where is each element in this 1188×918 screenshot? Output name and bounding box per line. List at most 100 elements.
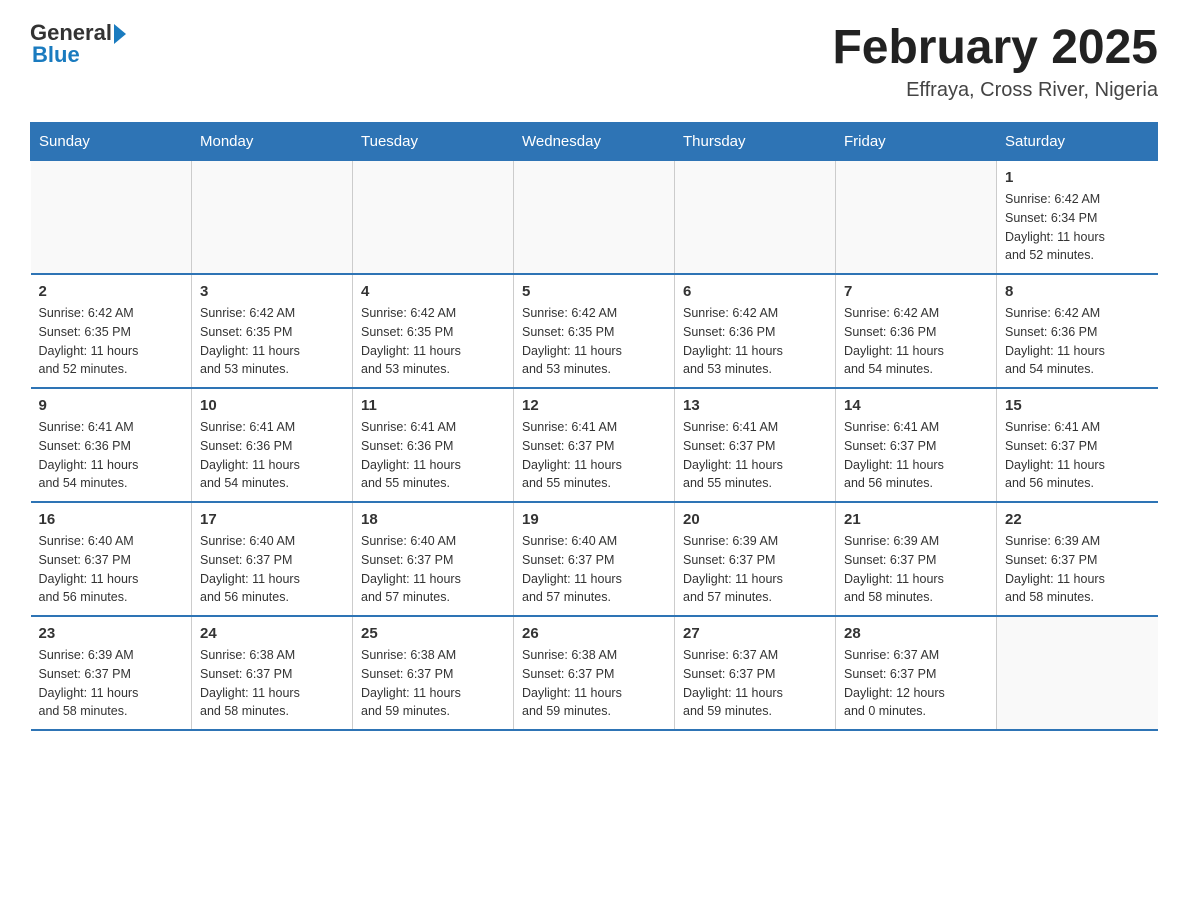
day-number: 28 [844, 625, 988, 642]
day-info: Sunrise: 6:37 AM Sunset: 6:37 PM Dayligh… [844, 646, 988, 721]
day-number: 7 [844, 283, 988, 300]
day-number: 12 [522, 397, 666, 414]
day-info: Sunrise: 6:42 AM Sunset: 6:35 PM Dayligh… [522, 304, 666, 379]
weekday-header: Monday [192, 123, 353, 161]
calendar-cell: 12Sunrise: 6:41 AM Sunset: 6:37 PM Dayli… [514, 388, 675, 502]
day-info: Sunrise: 6:42 AM Sunset: 6:35 PM Dayligh… [39, 304, 184, 379]
weekday-header: Saturday [997, 123, 1158, 161]
day-info: Sunrise: 6:40 AM Sunset: 6:37 PM Dayligh… [361, 532, 505, 607]
calendar-cell [675, 161, 836, 275]
day-info: Sunrise: 6:42 AM Sunset: 6:34 PM Dayligh… [1005, 190, 1150, 265]
calendar-cell: 24 Sunrise: 6:38 AM Sunset: 6:37 PM Dayli… [192, 616, 353, 730]
day-info: Sunrise: 6:41 AM Sunset: 6:36 PM Dayligh… [39, 418, 184, 493]
calendar-cell [192, 161, 353, 275]
calendar-cell [997, 616, 1158, 730]
day-number: 8 [1005, 283, 1150, 300]
day-number: 20 [683, 511, 827, 528]
day-info: Sunrise: 6:41 AM Sunset: 6:36 PM Dayligh… [200, 418, 344, 493]
calendar-cell: 3 Sunrise: 6:42 AM Sunset: 6:35 PM Daylig… [192, 274, 353, 388]
day-info: Sunrise: 6:42 AM Sunset: 6:36 PM Dayligh… [683, 304, 827, 379]
day-info: Sunrise: 6:41 AM Sunset: 6:37 PM Dayligh… [683, 418, 827, 493]
calendar-cell: 4 Sunrise: 6:42 AM Sunset: 6:35 PM Daylig… [353, 274, 514, 388]
weekday-header-row: SundayMondayTuesdayWednesdayThursdayFrid… [31, 123, 1158, 161]
calendar-cell: 2 Sunrise: 6:42 AM Sunset: 6:35 PM Daylig… [31, 274, 192, 388]
calendar-week-row: 9 Sunrise: 6:41 AM Sunset: 6:36 PM Daylig… [31, 388, 1158, 502]
calendar-subtitle: Effraya, Cross River, Nigeria [832, 79, 1158, 102]
calendar-cell: 17 Sunrise: 6:40 AM Sunset: 6:37 PM Dayli… [192, 502, 353, 616]
day-number: 9 [39, 397, 184, 414]
day-number: 26 [522, 625, 666, 642]
day-info: Sunrise: 6:40 AM Sunset: 6:37 PM Dayligh… [522, 532, 666, 607]
day-number: 19 [522, 511, 666, 528]
calendar-cell: 28 Sunrise: 6:37 AM Sunset: 6:37 PM Dayli… [836, 616, 997, 730]
weekday-header: Friday [836, 123, 997, 161]
logo-arrow-icon [114, 24, 126, 44]
day-info: Sunrise: 6:38 AM Sunset: 6:37 PM Dayligh… [200, 646, 344, 721]
day-info: Sunrise: 6:40 AM Sunset: 6:37 PM Dayligh… [39, 532, 184, 607]
calendar-week-row: 1 Sunrise: 6:42 AM Sunset: 6:34 PM Daylig… [31, 161, 1158, 275]
weekday-header: Sunday [31, 123, 192, 161]
calendar-cell: 26 Sunrise: 6:38 AM Sunset: 6:37 PM Dayli… [514, 616, 675, 730]
calendar-cell: 14Sunrise: 6:41 AM Sunset: 6:37 PM Dayli… [836, 388, 997, 502]
day-number: 11 [361, 397, 505, 414]
calendar-cell: 22Sunrise: 6:39 AM Sunset: 6:37 PM Dayli… [997, 502, 1158, 616]
day-number: 13 [683, 397, 827, 414]
day-number: 4 [361, 283, 505, 300]
weekday-header: Thursday [675, 123, 836, 161]
day-info: Sunrise: 6:38 AM Sunset: 6:37 PM Dayligh… [522, 646, 666, 721]
day-number: 10 [200, 397, 344, 414]
calendar-cell: 9 Sunrise: 6:41 AM Sunset: 6:36 PM Daylig… [31, 388, 192, 502]
day-info: Sunrise: 6:42 AM Sunset: 6:35 PM Dayligh… [361, 304, 505, 379]
calendar-week-row: 23 Sunrise: 6:39 AM Sunset: 6:37 PM Dayli… [31, 616, 1158, 730]
calendar-cell: 10 Sunrise: 6:41 AM Sunset: 6:36 PM Dayli… [192, 388, 353, 502]
day-info: Sunrise: 6:40 AM Sunset: 6:37 PM Dayligh… [200, 532, 344, 607]
day-info: Sunrise: 6:42 AM Sunset: 6:35 PM Dayligh… [200, 304, 344, 379]
calendar-cell: 15 Sunrise: 6:41 AM Sunset: 6:37 PM Dayli… [997, 388, 1158, 502]
calendar-cell [836, 161, 997, 275]
day-number: 2 [39, 283, 184, 300]
page-header: General Blue February 2025 Effraya, Cros… [30, 20, 1158, 102]
calendar-cell: 11 Sunrise: 6:41 AM Sunset: 6:36 PM Dayli… [353, 388, 514, 502]
day-info: Sunrise: 6:39 AM Sunset: 6:37 PM Dayligh… [683, 532, 827, 607]
calendar-cell: 8 Sunrise: 6:42 AM Sunset: 6:36 PM Daylig… [997, 274, 1158, 388]
calendar-table: SundayMondayTuesdayWednesdayThursdayFrid… [30, 122, 1158, 731]
weekday-header: Tuesday [353, 123, 514, 161]
day-number: 1 [1005, 169, 1150, 186]
calendar-title: February 2025 [832, 20, 1158, 75]
day-info: Sunrise: 6:41 AM Sunset: 6:37 PM Dayligh… [1005, 418, 1150, 493]
day-number: 17 [200, 511, 344, 528]
calendar-week-row: 2 Sunrise: 6:42 AM Sunset: 6:35 PM Daylig… [31, 274, 1158, 388]
logo: General Blue [30, 20, 126, 68]
day-number: 21 [844, 511, 988, 528]
day-info: Sunrise: 6:42 AM Sunset: 6:36 PM Dayligh… [844, 304, 988, 379]
day-info: Sunrise: 6:39 AM Sunset: 6:37 PM Dayligh… [1005, 532, 1150, 607]
day-info: Sunrise: 6:42 AM Sunset: 6:36 PM Dayligh… [1005, 304, 1150, 379]
calendar-cell: 7 Sunrise: 6:42 AM Sunset: 6:36 PM Daylig… [836, 274, 997, 388]
calendar-cell: 16 Sunrise: 6:40 AM Sunset: 6:37 PM Dayli… [31, 502, 192, 616]
calendar-cell: 5Sunrise: 6:42 AM Sunset: 6:35 PM Daylig… [514, 274, 675, 388]
calendar-cell [353, 161, 514, 275]
day-number: 15 [1005, 397, 1150, 414]
day-number: 23 [39, 625, 184, 642]
day-info: Sunrise: 6:41 AM Sunset: 6:37 PM Dayligh… [844, 418, 988, 493]
day-number: 16 [39, 511, 184, 528]
day-info: Sunrise: 6:41 AM Sunset: 6:36 PM Dayligh… [361, 418, 505, 493]
calendar-cell: 20 Sunrise: 6:39 AM Sunset: 6:37 PM Dayli… [675, 502, 836, 616]
day-number: 3 [200, 283, 344, 300]
calendar-cell: 21 Sunrise: 6:39 AM Sunset: 6:37 PM Dayli… [836, 502, 997, 616]
day-number: 24 [200, 625, 344, 642]
day-info: Sunrise: 6:39 AM Sunset: 6:37 PM Dayligh… [39, 646, 184, 721]
title-block: February 2025 Effraya, Cross River, Nige… [832, 20, 1158, 102]
calendar-cell: 6Sunrise: 6:42 AM Sunset: 6:36 PM Daylig… [675, 274, 836, 388]
day-info: Sunrise: 6:39 AM Sunset: 6:37 PM Dayligh… [844, 532, 988, 607]
logo-blue-text: Blue [32, 42, 80, 68]
calendar-week-row: 16 Sunrise: 6:40 AM Sunset: 6:37 PM Dayli… [31, 502, 1158, 616]
calendar-cell [31, 161, 192, 275]
day-info: Sunrise: 6:38 AM Sunset: 6:37 PM Dayligh… [361, 646, 505, 721]
day-info: Sunrise: 6:37 AM Sunset: 6:37 PM Dayligh… [683, 646, 827, 721]
calendar-cell: 13 Sunrise: 6:41 AM Sunset: 6:37 PM Dayli… [675, 388, 836, 502]
calendar-cell: 18 Sunrise: 6:40 AM Sunset: 6:37 PM Dayli… [353, 502, 514, 616]
calendar-cell: 23 Sunrise: 6:39 AM Sunset: 6:37 PM Dayli… [31, 616, 192, 730]
day-number: 18 [361, 511, 505, 528]
calendar-cell: 25Sunrise: 6:38 AM Sunset: 6:37 PM Dayli… [353, 616, 514, 730]
